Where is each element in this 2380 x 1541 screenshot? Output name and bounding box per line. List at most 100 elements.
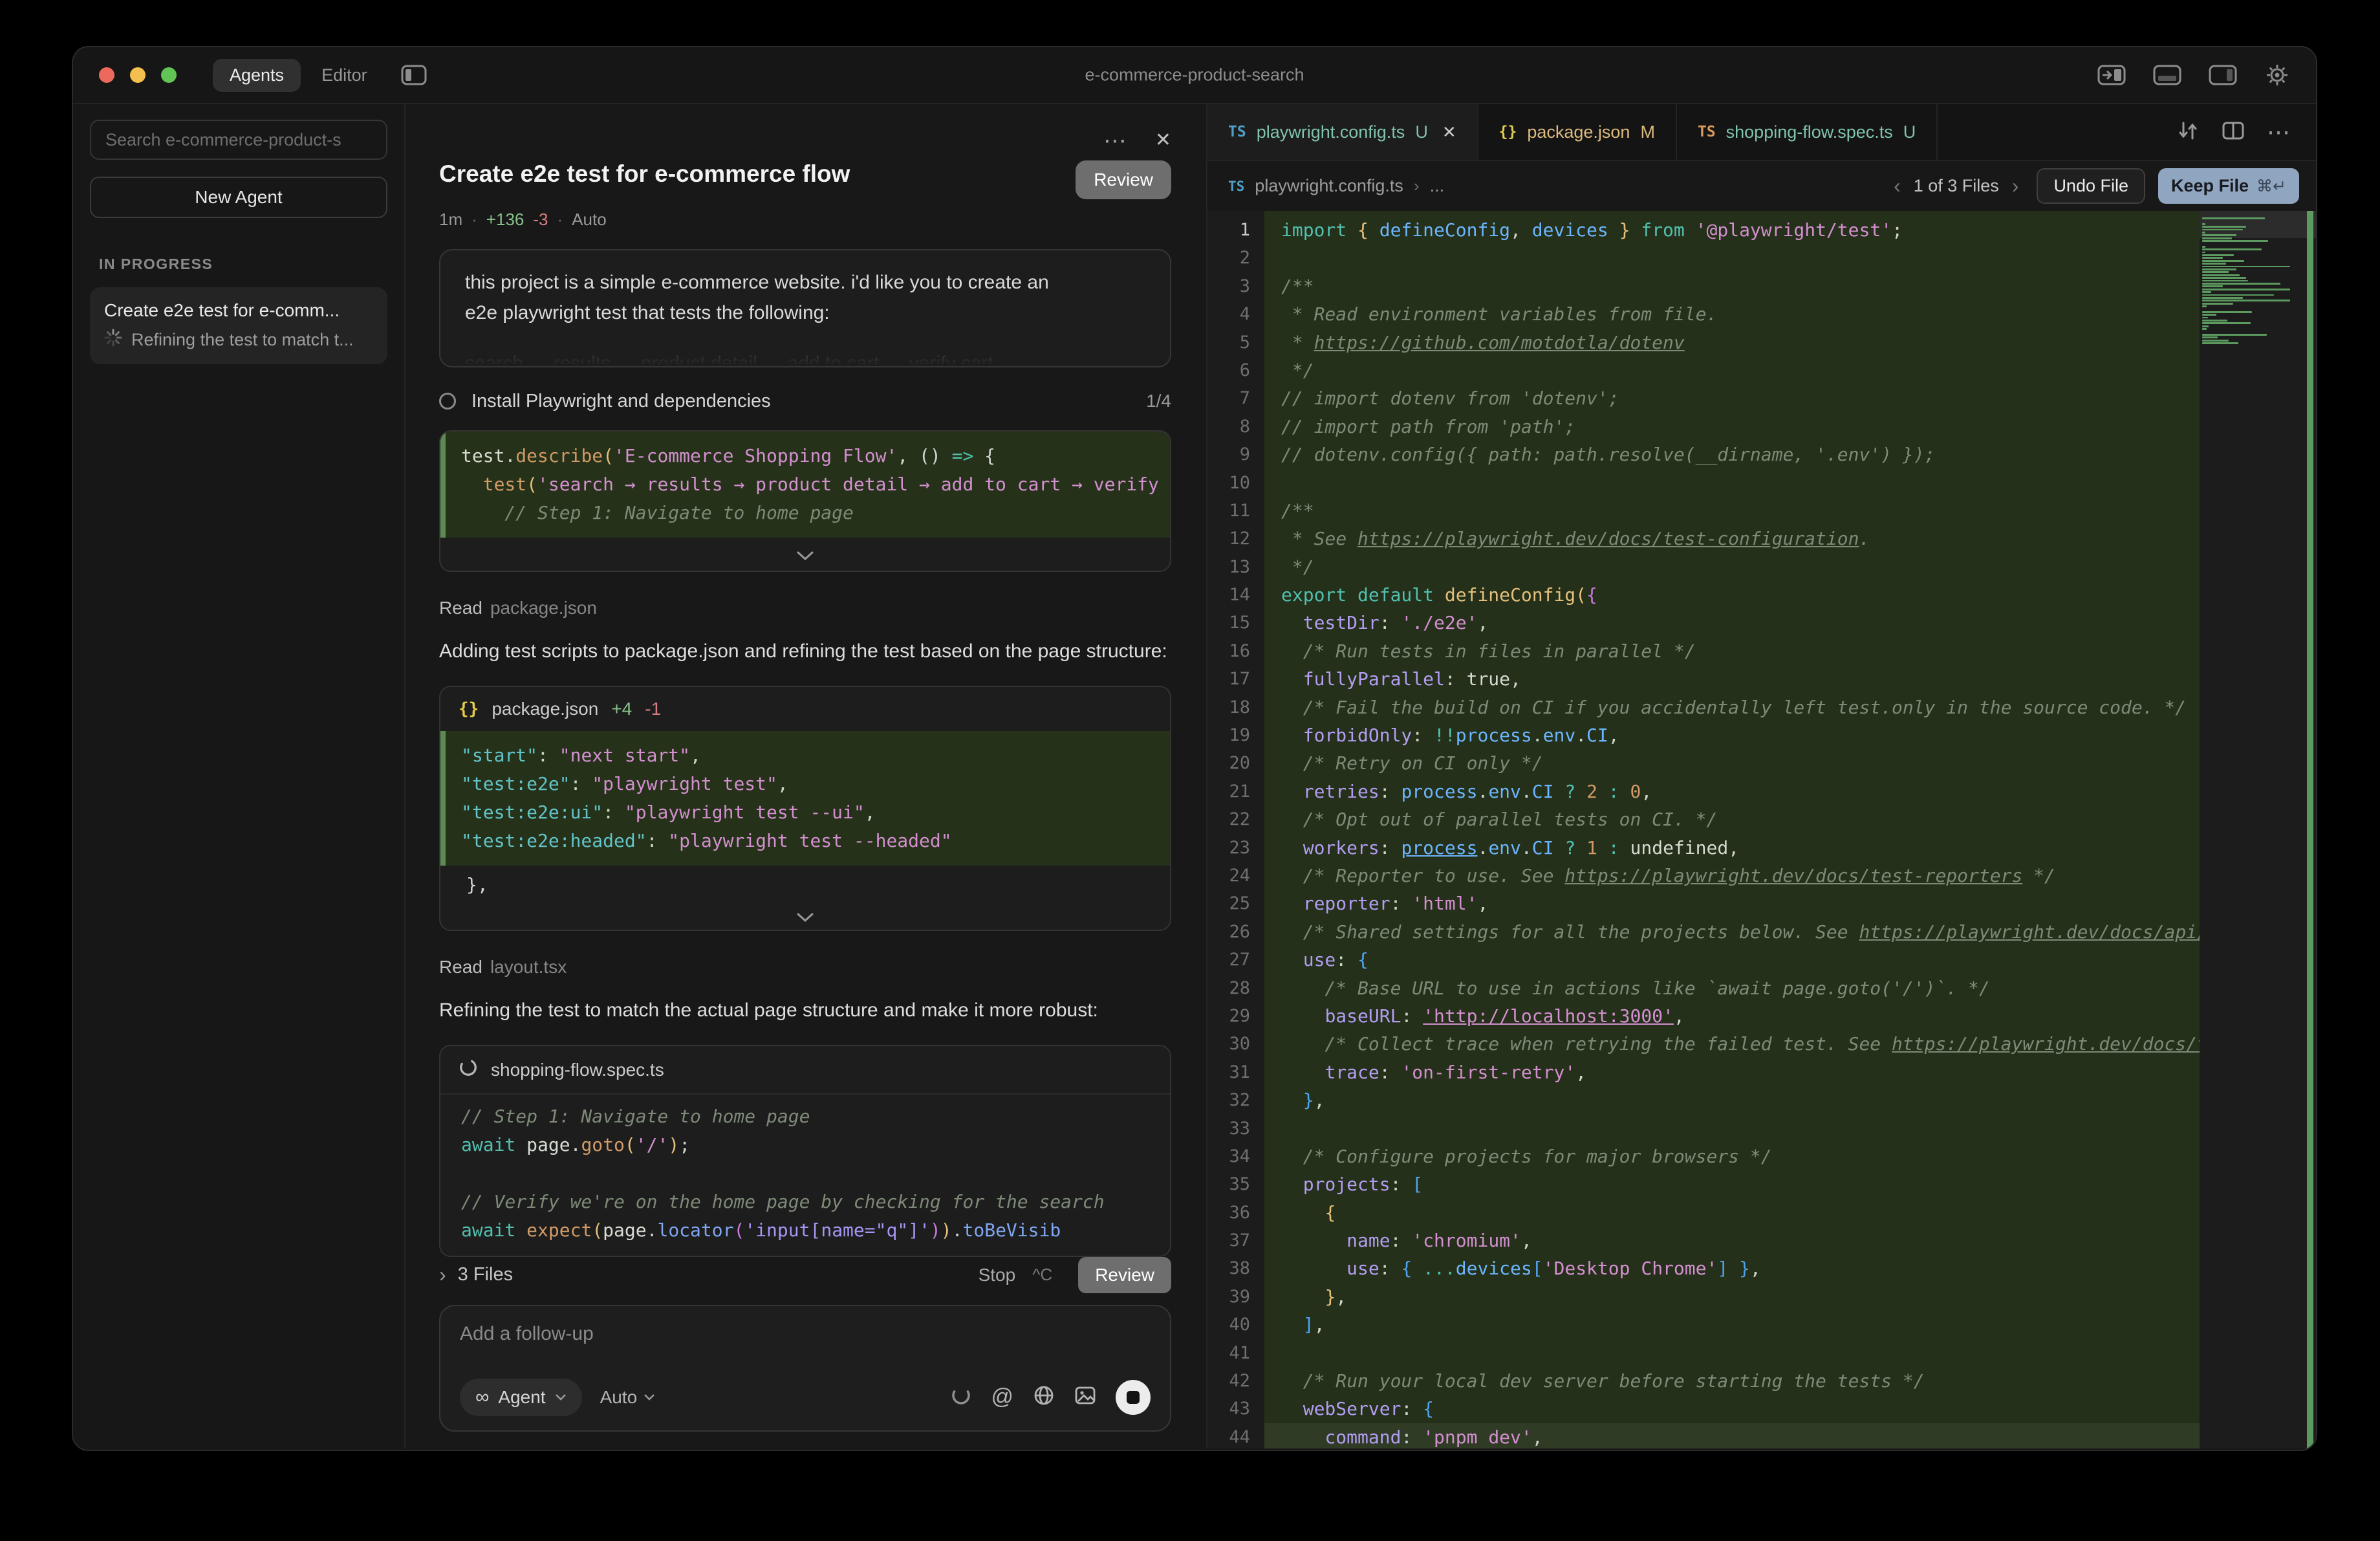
- search-input-wrapper: [90, 120, 387, 160]
- git-status-badge: U: [1903, 122, 1916, 142]
- window-controls: [99, 67, 177, 83]
- follow-up-input[interactable]: [460, 1323, 1151, 1345]
- agent-item-status: Refining the test to match t...: [131, 330, 354, 350]
- titlebar: Agents Editor e-commerce-product-search: [73, 47, 2316, 104]
- settings-gear-icon[interactable]: [2264, 62, 2290, 88]
- window-title: e-commerce-product-search: [1085, 65, 1304, 85]
- chevron-down-icon: [644, 1393, 655, 1401]
- infinity-icon: ∞: [475, 1386, 489, 1408]
- task-label: Install Playwright and dependencies: [471, 391, 1130, 412]
- minimap[interactable]: [2200, 211, 2316, 1448]
- in-progress-section-label: IN PROGRESS: [99, 256, 387, 273]
- close-tab-icon[interactable]: ✕: [1442, 122, 1456, 142]
- bottom-panel-icon[interactable]: [2153, 63, 2181, 87]
- agent-meta: 1m · +136 -3 · Auto: [439, 210, 1171, 230]
- chevron-down-icon: [555, 1393, 567, 1401]
- agent-item-title: Create e2e test for e-comm...: [104, 300, 373, 321]
- tab-editor[interactable]: Editor: [305, 59, 384, 92]
- keep-file-button[interactable]: Keep File ⌘↵: [2158, 168, 2299, 204]
- prompt-line-faded: search → results → product detail → add …: [465, 353, 1145, 367]
- diff-card-header[interactable]: {} package.json +4 -1: [440, 687, 1170, 731]
- task-row[interactable]: Install Playwright and dependencies 1/4: [439, 391, 1171, 412]
- app-window: Agents Editor e-commerce-product-search …: [72, 46, 2317, 1451]
- stop-button[interactable]: Stop: [979, 1265, 1016, 1285]
- user-prompt-card[interactable]: this project is a simple e-commerce webs…: [439, 249, 1171, 367]
- prompt-line: e2e playwright test that tests the follo…: [465, 298, 1145, 328]
- new-agent-button[interactable]: New Agent: [90, 177, 387, 218]
- context-code-line: },: [440, 866, 1170, 899]
- image-icon[interactable]: [1074, 1384, 1096, 1410]
- mode-switcher: Agents Editor: [213, 59, 384, 92]
- read-action-row[interactable]: Read layout.tsx: [439, 957, 1171, 978]
- next-file-icon[interactable]: ›: [2012, 174, 2019, 198]
- json-file-icon: {}: [459, 699, 479, 719]
- undo-file-button[interactable]: Undo File: [2037, 168, 2145, 204]
- diff-deletions: -1: [645, 699, 661, 719]
- added-code-block: "start": "next start","test:e2e": "playw…: [440, 731, 1170, 866]
- files-summary-row: › 3 Files Stop ^C Review: [439, 1257, 1171, 1293]
- editor-tab-shopping-flow-spec[interactable]: TS shopping-flow.spec.ts U: [1677, 104, 1938, 160]
- file-pager-label: 1 of 3 Files: [1914, 176, 1999, 196]
- editor-tabbar: TS playwright.config.ts U ✕ {} package.j…: [1207, 104, 2316, 161]
- right-panel-icon[interactable]: [2209, 63, 2237, 87]
- split-editor-icon[interactable]: [2222, 120, 2245, 144]
- git-status-badge: U: [1415, 122, 1428, 142]
- minimize-window-button[interactable]: [130, 67, 146, 83]
- spinner-icon: [104, 329, 122, 351]
- spec-code-block: // Step 1: Navigate to home pageawait pa…: [440, 1095, 1170, 1257]
- line-number-gutter: 1234567891011121314151617181920212223242…: [1207, 211, 1264, 1448]
- ts-file-icon: TS: [1698, 124, 1716, 140]
- task-status-icon: [439, 393, 456, 410]
- spec-file-name: shopping-flow.spec.ts: [491, 1060, 664, 1080]
- expand-chevron-icon[interactable]: [440, 899, 1170, 932]
- agent-list-item[interactable]: Create e2e test for e-comm... Refining t…: [90, 287, 387, 364]
- keyboard-shortcut: ⌘↵: [2256, 177, 2286, 196]
- globe-icon[interactable]: [1033, 1384, 1055, 1410]
- added-code-block: test.describe('E-commerce Shopping Flow'…: [440, 432, 1170, 538]
- code-editor[interactable]: 1234567891011121314151617181920212223242…: [1207, 211, 2316, 1448]
- agent-title: Create e2e test for e-commerce flow: [439, 160, 850, 188]
- json-file-icon: {}: [1499, 124, 1517, 140]
- expand-chevron-icon[interactable]: [440, 538, 1170, 572]
- close-agent-icon[interactable]: ✕: [1155, 129, 1171, 151]
- mention-icon[interactable]: @: [991, 1384, 1013, 1410]
- prev-file-icon[interactable]: ‹: [1894, 174, 1901, 198]
- spec-diff-card: test.describe('E-commerce Shopping Flow'…: [439, 430, 1171, 572]
- model-dropdown[interactable]: Auto: [600, 1387, 656, 1408]
- deletions-count: -3: [533, 210, 548, 230]
- follow-up-composer: ∞ Agent Auto @: [439, 1305, 1171, 1432]
- sidebar-toggle-icon[interactable]: [401, 64, 427, 86]
- stop-shortcut: ^C: [1032, 1265, 1052, 1285]
- close-window-button[interactable]: [99, 67, 114, 83]
- editor-tab-playwright-config[interactable]: TS playwright.config.ts U ✕: [1207, 104, 1478, 160]
- agent-chat-panel: ⋯ ✕ Create e2e test for e-commerce flow …: [406, 104, 1207, 1448]
- additions-count: +136: [486, 210, 525, 230]
- chevron-right-icon[interactable]: ›: [439, 1263, 446, 1287]
- zoom-window-button[interactable]: [161, 67, 177, 83]
- git-status-badge: M: [1640, 122, 1655, 142]
- more-options-icon[interactable]: ⋯: [1103, 134, 1127, 147]
- agent-mode-dropdown[interactable]: ∞ Agent: [460, 1379, 582, 1416]
- panel-into-icon[interactable]: [2097, 63, 2126, 87]
- diff-file-name: package.json: [492, 699, 598, 719]
- editor-panel: TS playwright.config.ts U ✕ {} package.j…: [1207, 104, 2316, 1448]
- editor-tab-package-json[interactable]: {} package.json M: [1478, 104, 1677, 160]
- compare-changes-icon[interactable]: [2176, 120, 2200, 144]
- review-button-bottom[interactable]: Review: [1078, 1257, 1171, 1293]
- task-progress: 1/4: [1146, 391, 1171, 411]
- tab-agents[interactable]: Agents: [213, 59, 301, 92]
- assistant-paragraph: Refining the test to match the actual pa…: [439, 994, 1171, 1027]
- code-content[interactable]: import { defineConfig, devices } from '@…: [1264, 211, 2200, 1448]
- overview-ruler: [2307, 211, 2313, 1448]
- breadcrumb[interactable]: playwright.config.ts: [1255, 176, 1403, 196]
- search-input[interactable]: [105, 130, 372, 150]
- spec-card-header[interactable]: shopping-flow.spec.ts: [440, 1046, 1170, 1095]
- stop-generation-button[interactable]: [1116, 1380, 1151, 1415]
- agents-sidebar: New Agent IN PROGRESS Create e2e test fo…: [73, 104, 406, 1448]
- elapsed-time: 1m: [439, 210, 462, 230]
- read-action-row[interactable]: Read package.json: [439, 598, 1171, 618]
- files-count-label[interactable]: 3 Files: [458, 1264, 967, 1285]
- review-button[interactable]: Review: [1076, 160, 1171, 199]
- more-actions-icon[interactable]: ⋯: [2267, 118, 2290, 146]
- ts-file-icon: TS: [1228, 124, 1246, 140]
